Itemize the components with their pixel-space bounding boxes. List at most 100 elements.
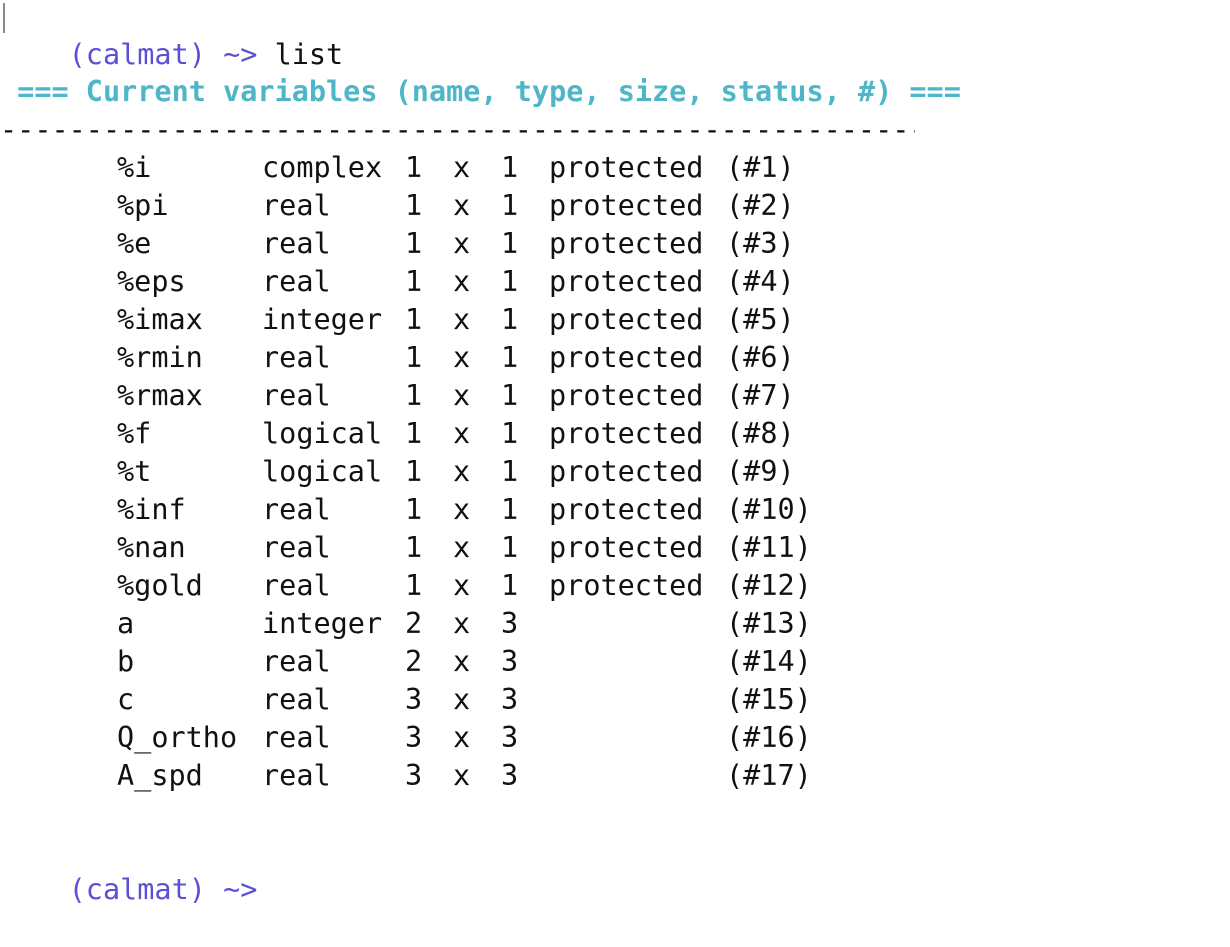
variable-cols: 1 xyxy=(501,569,519,602)
variable-row: %imax integer 1 x 1 protected (#5) xyxy=(0,301,1230,339)
variable-rows: 1 xyxy=(405,569,423,602)
variable-row: %inf real 1 x 1 protected (#10) xyxy=(0,491,1230,529)
variable-row: b real 2 x 3 (#14) xyxy=(0,643,1230,681)
variable-status: protected xyxy=(549,379,704,412)
variable-index: (#11) xyxy=(726,531,812,564)
variable-type: real xyxy=(262,531,331,564)
variable-name: b xyxy=(117,645,135,678)
variable-name: %pi xyxy=(117,189,169,222)
size-separator: x xyxy=(453,531,471,564)
command-line: (calmat) ~> list xyxy=(0,0,344,71)
prompt: (calmat) ~> xyxy=(68,38,258,71)
variable-type: real xyxy=(262,759,331,792)
variable-name: A_spd xyxy=(117,759,203,792)
variable-row: %rmax real 1 x 1 protected (#7) xyxy=(0,377,1230,415)
variable-name: c xyxy=(117,683,135,716)
variable-index: (#9) xyxy=(726,455,795,488)
variable-index: (#16) xyxy=(726,721,812,754)
variable-row: %t logical 1 x 1 protected (#9) xyxy=(0,453,1230,491)
variable-status: protected xyxy=(549,303,704,336)
variable-cols: 1 xyxy=(501,303,519,336)
variable-row: Q_ortho real 3 x 3 (#16) xyxy=(0,719,1230,757)
variable-cols: 3 xyxy=(501,759,519,792)
variable-status: protected xyxy=(549,569,704,602)
variable-row: %e real 1 x 1 protected (#3) xyxy=(0,225,1230,263)
size-separator: x xyxy=(453,455,471,488)
variable-cols: 1 xyxy=(501,455,519,488)
variable-rows: 3 xyxy=(405,721,423,754)
variable-cols: 1 xyxy=(501,493,519,526)
variable-cols: 1 xyxy=(501,531,519,564)
variable-row: %nan real 1 x 1 protected (#11) xyxy=(0,529,1230,567)
size-separator: x xyxy=(453,607,471,640)
variable-index: (#6) xyxy=(726,341,795,374)
size-separator: x xyxy=(453,721,471,754)
variable-row: %i complex 1 x 1 protected (#1) xyxy=(0,149,1230,187)
terminal-window[interactable]: (calmat) ~> list === Current variables (… xyxy=(0,0,1230,906)
variable-cols: 3 xyxy=(501,683,519,716)
variable-cols: 1 xyxy=(501,189,519,222)
variable-type: real xyxy=(262,569,331,602)
variable-type: real xyxy=(262,683,331,716)
variable-cols: 1 xyxy=(501,341,519,374)
variable-type: integer xyxy=(262,303,383,336)
variables-header: === Current variables (name, type, size,… xyxy=(0,75,961,108)
variable-cols: 3 xyxy=(501,607,519,640)
prompt: (calmat) ~> xyxy=(68,873,258,906)
variable-type: real xyxy=(262,265,331,298)
variable-index: (#1) xyxy=(726,151,795,184)
final-prompt-line[interactable]: (calmat) ~> xyxy=(0,833,258,906)
variable-rows: 1 xyxy=(405,493,423,526)
variable-name: %gold xyxy=(117,569,203,602)
variable-status: protected xyxy=(549,189,704,222)
variable-cols: 1 xyxy=(501,265,519,298)
size-separator: x xyxy=(453,341,471,374)
variable-cols: 1 xyxy=(501,379,519,412)
variable-name: %rmax xyxy=(117,379,203,412)
variable-rows: 3 xyxy=(405,683,423,716)
variable-index: (#10) xyxy=(726,493,812,526)
variable-index: (#13) xyxy=(726,607,812,640)
size-separator: x xyxy=(453,645,471,678)
variable-type: real xyxy=(262,379,331,412)
size-separator: x xyxy=(453,493,471,526)
variable-index: (#3) xyxy=(726,227,795,260)
variable-type: logical xyxy=(262,455,383,488)
variable-cols: 1 xyxy=(501,227,519,260)
variable-row: %eps real 1 x 1 protected (#4) xyxy=(0,263,1230,301)
variable-type: real xyxy=(262,341,331,374)
size-separator: x xyxy=(453,379,471,412)
variable-type: real xyxy=(262,189,331,222)
size-separator: x xyxy=(453,569,471,602)
size-separator: x xyxy=(453,683,471,716)
variable-rows: 1 xyxy=(405,455,423,488)
variable-rows: 1 xyxy=(405,303,423,336)
variable-name: %imax xyxy=(117,303,203,336)
variable-cols: 3 xyxy=(501,645,519,678)
variable-status: protected xyxy=(549,531,704,564)
variable-rows: 1 xyxy=(405,227,423,260)
variable-index: (#5) xyxy=(726,303,795,336)
variable-name: %nan xyxy=(117,531,186,564)
variable-index: (#15) xyxy=(726,683,812,716)
variable-name: %i xyxy=(117,151,152,184)
variable-name: %e xyxy=(117,227,152,260)
variable-type: complex xyxy=(262,151,383,184)
variable-row: a integer 2 x 3 (#13) xyxy=(0,605,1230,643)
variable-type: real xyxy=(262,721,331,754)
variable-status: protected xyxy=(549,227,704,260)
variable-row: A_spd real 3 x 3 (#17) xyxy=(0,757,1230,795)
variable-name: %rmin xyxy=(117,341,203,374)
size-separator: x xyxy=(453,189,471,222)
variable-name: Q_ortho xyxy=(117,721,238,754)
variable-row: %gold real 1 x 1 protected (#12) xyxy=(0,567,1230,605)
variable-status: protected xyxy=(549,455,704,488)
variable-name: %inf xyxy=(117,493,186,526)
variable-type: real xyxy=(262,645,331,678)
variable-status: protected xyxy=(549,265,704,298)
variable-cols: 1 xyxy=(501,151,519,184)
variable-index: (#4) xyxy=(726,265,795,298)
variable-cols: 3 xyxy=(501,721,519,754)
size-separator: x xyxy=(453,417,471,450)
variable-type: integer xyxy=(262,607,383,640)
